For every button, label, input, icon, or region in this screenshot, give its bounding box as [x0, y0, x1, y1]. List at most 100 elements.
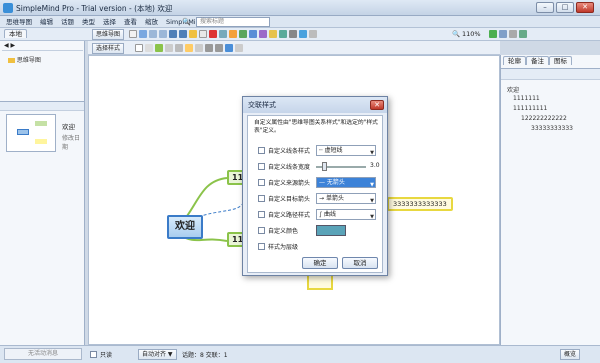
slider-handle[interactable]: [322, 162, 327, 171]
fill-icon[interactable]: [155, 44, 163, 52]
outline-item[interactable]: 1111111: [513, 95, 540, 102]
window-title: SimpleMind Pro - Trial version - (本地) 欢迎: [16, 4, 173, 13]
tree-root-item[interactable]: 思维导图: [8, 55, 41, 64]
map-thumbnail[interactable]: [6, 114, 56, 152]
outline-item[interactable]: 欢迎: [507, 85, 519, 94]
minimize-button[interactable]: –: [536, 2, 554, 13]
width-icon[interactable]: [175, 44, 183, 52]
topic-node[interactable]: 3333333333333: [387, 197, 453, 211]
preview-title: 欢迎: [62, 123, 75, 131]
preview-subtitle: 修改日期: [62, 135, 81, 151]
menu-zoom[interactable]: 缩放: [141, 16, 162, 28]
copy-icon[interactable]: [139, 30, 147, 38]
zoom-level[interactable]: 110%: [462, 30, 481, 38]
ok-button[interactable]: 确定: [302, 257, 338, 269]
image-icon[interactable]: [259, 30, 267, 38]
close-button[interactable]: ✕: [576, 2, 594, 13]
central-topic[interactable]: 欢迎: [167, 215, 203, 239]
target-arrow-checkbox[interactable]: [258, 195, 265, 202]
line-style-checkbox[interactable]: [258, 147, 265, 154]
redo-icon[interactable]: [179, 30, 187, 38]
outline-item[interactable]: 33333333333: [531, 125, 573, 132]
chevron-down-icon: ▼: [370, 214, 374, 220]
align-icon[interactable]: [225, 44, 233, 52]
cut-icon[interactable]: [219, 30, 227, 38]
readonly-checkbox[interactable]: [90, 351, 97, 358]
source-arrow-select[interactable]: — 无箭头 ▼: [316, 177, 376, 188]
panel-icon[interactable]: [509, 30, 517, 38]
zoom-icon[interactable]: 🔍: [452, 30, 460, 38]
open-icon[interactable]: [189, 30, 197, 38]
path-style-row: 自定义路径样式 ∫ 曲线 ▼: [258, 209, 386, 221]
tab-notes[interactable]: 备注: [526, 56, 549, 65]
tab-outline[interactable]: 轮廓: [503, 56, 526, 65]
dialog-close-button[interactable]: ✕: [370, 100, 384, 110]
shape-icon[interactable]: [135, 44, 143, 52]
local-tab[interactable]: 本地: [4, 29, 27, 39]
hierarchy-row: 样式为层级: [258, 241, 386, 253]
search-icon[interactable]: 🔍: [182, 18, 191, 26]
maximize-button[interactable]: □: [556, 2, 574, 13]
topic-node[interactable]: [307, 274, 333, 290]
tab-local[interactable]: 本地: [4, 29, 27, 38]
menu-select[interactable]: 选择: [99, 16, 120, 28]
font-icon[interactable]: [195, 44, 203, 52]
path-style-checkbox[interactable]: [258, 211, 265, 218]
list-icon[interactable]: [235, 44, 243, 52]
relation-icon[interactable]: [249, 30, 257, 38]
outline-icon[interactable]: [519, 30, 527, 38]
menu-edit[interactable]: 编辑: [36, 16, 57, 28]
delete-icon[interactable]: [209, 30, 217, 38]
fit-icon[interactable]: [489, 30, 497, 38]
fullscreen-icon[interactable]: [499, 30, 507, 38]
note-icon[interactable]: [269, 30, 277, 38]
text-color-icon[interactable]: [185, 44, 193, 52]
bold-icon[interactable]: [205, 44, 213, 52]
status-message: 无活动消息: [4, 348, 82, 360]
print-icon[interactable]: [289, 30, 297, 38]
target-arrow-select[interactable]: → 单箭头 ▼: [316, 193, 376, 204]
italic-icon[interactable]: [215, 44, 223, 52]
path-style-select[interactable]: ∫ 曲线 ▼: [316, 209, 376, 220]
new-icon[interactable]: [129, 30, 137, 38]
right-panel: 轮廓 备注 图标 欢迎 1111111 111111111 122222222222…: [500, 55, 600, 345]
source-arrow-checkbox[interactable]: [258, 179, 265, 186]
mindmap-button[interactable]: 思维导图: [92, 29, 125, 40]
line-style-select[interactable]: ┄ 虚短线 ▼: [316, 145, 376, 156]
line-icon[interactable]: [165, 44, 173, 52]
menu-topic[interactable]: 话题: [57, 16, 78, 28]
chevron-down-icon: ▼: [370, 198, 374, 204]
outline-item[interactable]: 122222222222: [521, 115, 567, 122]
export-icon[interactable]: [299, 30, 307, 38]
search-input[interactable]: 搜索标题: [196, 17, 270, 27]
border-icon[interactable]: [145, 44, 153, 52]
menu-view[interactable]: 查看: [120, 16, 141, 28]
cancel-button[interactable]: 取消: [342, 257, 378, 269]
menu-mindmap[interactable]: 思维导图: [2, 16, 36, 28]
forward-icon[interactable]: [159, 30, 167, 38]
forward-icon[interactable]: ▶: [11, 42, 16, 49]
color-checkbox[interactable]: [258, 227, 265, 234]
select-style-button[interactable]: 选择样式: [92, 43, 125, 54]
add-topic-icon[interactable]: [239, 30, 247, 38]
line-width-checkbox[interactable]: [258, 163, 265, 170]
tab-icons[interactable]: 图标: [549, 56, 572, 65]
no-arrow-icon: —: [319, 179, 327, 186]
toolbar: 本地 思维导图 🔍 110%: [0, 28, 600, 41]
style-icon[interactable]: [229, 30, 237, 38]
layout-icon[interactable]: [309, 30, 317, 38]
paste-icon[interactable]: [199, 30, 207, 38]
outline-item[interactable]: 111111111: [513, 105, 547, 112]
back-icon[interactable]: ◀: [4, 42, 9, 49]
menu-bar: 思维导图 编辑 话题 类型 选择 查看 缩放 SimpleMind: [0, 16, 600, 28]
color-swatch-button[interactable]: [316, 225, 346, 236]
chevron-down-icon: ▼: [370, 182, 374, 188]
readonly-label: 只读: [100, 352, 113, 359]
auto-align-select[interactable]: 自动对齐 ▼: [138, 349, 177, 360]
back-icon[interactable]: [149, 30, 157, 38]
menu-type[interactable]: 类型: [78, 16, 99, 28]
overview-button[interactable]: 概览: [560, 349, 581, 360]
undo-icon[interactable]: [169, 30, 177, 38]
hierarchy-checkbox[interactable]: [258, 243, 265, 250]
share-icon[interactable]: [279, 30, 287, 38]
